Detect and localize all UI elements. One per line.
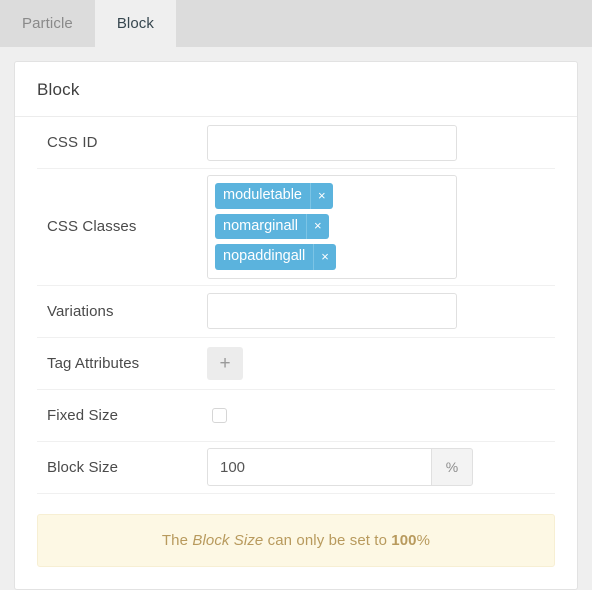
block-size-unit-addon: % [431,448,473,486]
tag-label: nopaddingall [223,248,306,264]
variations-field-wrap [207,293,555,329]
tag-label: nomarginall [223,217,298,234]
row-fixed-size: Fixed Size [37,390,555,442]
tab-bar: Particle Block [0,0,592,47]
tag-attributes-field-wrap: + [207,346,555,380]
notice-emphasis: Block Size [192,531,264,549]
variations-input[interactable] [207,293,457,329]
css-classes-field-wrap: moduletable × nomarginall × nopaddingall… [207,175,555,279]
fixed-size-checkbox[interactable] [212,407,227,423]
row-variations: Variations [37,286,555,338]
row-css-classes: CSS Classes moduletable × nomarginall × … [37,169,555,286]
notice-text-middle: can only be set to [263,531,392,549]
tab-block[interactable]: Block [94,0,177,47]
row-block-size: Block Size % [37,442,555,494]
css-classes-label: CSS Classes [47,218,137,236]
tag-item[interactable]: nopaddingall × [215,244,336,270]
tag-item[interactable]: nomarginall × [215,213,329,239]
block-settings-panel: Block CSS ID CSS Classes moduletable × n… [14,61,578,590]
tab-particle[interactable]: Particle [0,0,95,47]
notice-text-after: % [416,531,431,549]
block-size-label: Block Size [47,458,119,476]
panel-body: CSS ID CSS Classes moduletable × nomargi… [15,117,577,589]
add-tag-attribute-button[interactable]: + [207,346,243,380]
fixed-size-label: Fixed Size [47,406,119,424]
tag-label: moduletable [223,187,302,203]
tag-remove-icon[interactable]: × [313,244,336,270]
panel-title: Block [15,62,577,117]
fixed-size-field-wrap [207,407,555,423]
block-size-input-group: % [207,448,473,486]
notice-text-before: The [161,531,193,549]
block-size-field-wrap: % [207,448,555,486]
css-id-field-wrap [207,124,555,161]
tab-block-label: Block [116,15,155,32]
row-tag-attributes: Tag Attributes + [37,338,555,390]
tag-item[interactable]: moduletable × [215,183,333,209]
tag-attributes-label: Tag Attributes [47,354,140,372]
block-size-input[interactable] [207,448,431,486]
row-css-id: CSS ID [37,117,555,169]
css-classes-tag-input[interactable]: moduletable × nomarginall × nopaddingall… [207,175,457,279]
notice-strong-value: 100 [391,531,417,549]
tab-particle-label: Particle [22,15,73,32]
variations-label: Variations [47,302,114,320]
css-id-label: CSS ID [47,134,98,151]
plus-icon: + [219,352,231,374]
css-id-input[interactable] [207,124,457,161]
block-size-notice: The Block Size can only be set to 100% [37,513,555,567]
tag-remove-icon[interactable]: × [310,183,333,209]
tag-remove-icon[interactable]: × [305,213,329,239]
